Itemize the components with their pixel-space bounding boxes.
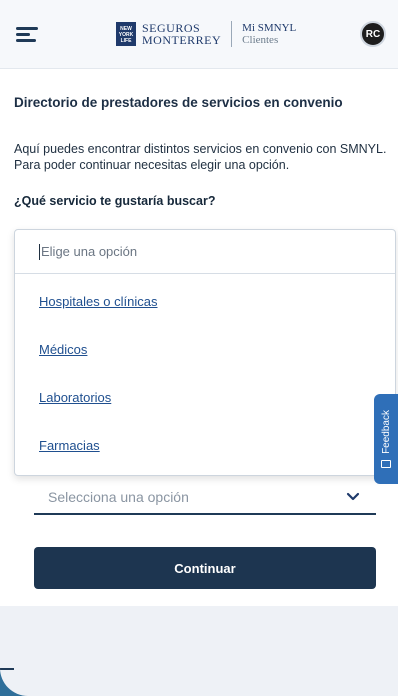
page-title: Directorio de prestadores de servicios e… (14, 95, 343, 110)
bottom-divider (0, 668, 14, 670)
portal-name-line2: Clientes (242, 34, 279, 46)
service-question: ¿Qué servicio te gustaría buscar? (14, 194, 216, 208)
brand-logo-group[interactable]: NEW YORK LIFE SEGUROS MONTERREY Mi SMNYL… (116, 21, 296, 47)
text-caret (39, 243, 40, 260)
brand-name-line2: MONTERREY (142, 33, 222, 47)
feedback-label: Feedback (380, 410, 392, 454)
brand-divider (231, 21, 233, 47)
user-avatar[interactable]: RC (360, 21, 386, 47)
option-laboratorios[interactable]: Laboratorios (15, 374, 395, 422)
service-search-input[interactable]: Elige una opción (15, 230, 395, 274)
hamburger-menu-icon[interactable] (16, 27, 38, 43)
option-medicos[interactable]: Médicos (15, 326, 395, 374)
app-screen: NEW YORK LIFE SEGUROS MONTERREY Mi SMNYL… (0, 0, 398, 696)
portal-name: Mi SMNYL Clientes (242, 22, 296, 46)
brand-name: SEGUROS MONTERREY (142, 22, 221, 46)
feedback-icon (381, 459, 391, 468)
feedback-tab[interactable]: Feedback (374, 394, 398, 484)
service-dropdown: Elige una opción Hospitales o clínicas M… (14, 229, 396, 476)
chevron-down-icon (346, 492, 360, 501)
continue-button[interactable]: Continuar (34, 547, 376, 589)
service-input-placeholder: Elige una opción (41, 244, 138, 259)
new-york-life-logo: NEW YORK LIFE (116, 22, 136, 46)
top-header: NEW YORK LIFE SEGUROS MONTERREY Mi SMNYL… (0, 0, 398, 68)
option-farmacias[interactable]: Farmacias (15, 422, 395, 470)
intro-text: Aquí puedes encontrar distintos servicio… (14, 142, 387, 172)
main-content: Directorio de prestadores de servicios e… (0, 68, 398, 606)
option-hospitales[interactable]: Hospitales o clínicas (15, 278, 395, 326)
portal-name-line1: Mi SMNYL (242, 22, 297, 34)
secondary-select[interactable]: Selecciona una opción (34, 481, 376, 515)
secondary-select-placeholder: Selecciona una opción (48, 489, 189, 505)
